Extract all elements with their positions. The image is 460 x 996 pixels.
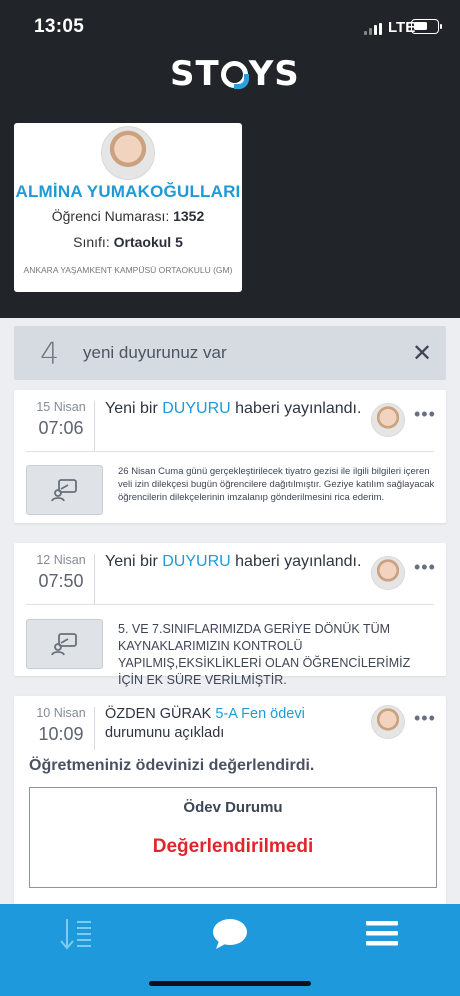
logo-ring-icon xyxy=(220,60,249,89)
signal-icon xyxy=(364,23,384,35)
homework-status-box: Ödev Durumu Değerlendirilmedi xyxy=(29,787,437,888)
announcement-body: 5. VE 7.SINIFLARIMIZDA GERİYE DÖNÜK TÜM … xyxy=(118,622,411,687)
teacher-avatar xyxy=(371,403,405,437)
homework-card: 10 Nisan 10:09 ÖZDEN GÜRAK 5-A Fen ödevi… xyxy=(14,696,446,910)
more-options-icon[interactable]: ••• xyxy=(414,708,436,729)
status-value: Değerlendirilmedi xyxy=(152,836,314,857)
duyuru-link[interactable]: DUYURU xyxy=(162,553,230,570)
presentation-icon xyxy=(50,633,77,656)
notification-date: 15 Nisan 07:06 xyxy=(36,400,86,438)
student-class: Sınıfı: Ortaokul 5 xyxy=(73,234,183,250)
announcement-detail-button[interactable] xyxy=(26,619,103,669)
presentation-icon xyxy=(50,479,77,502)
date-divider xyxy=(94,707,95,750)
status-title: Ödev Durumu xyxy=(183,799,283,816)
teacher-avatar xyxy=(371,556,405,590)
student-number: Öğrenci Numarası: 1352 xyxy=(51,208,205,224)
announcement-body: 26 Nisan Cuma günü gerçekleştirilecek ti… xyxy=(118,466,435,503)
more-options-icon[interactable]: ••• xyxy=(414,557,436,578)
notification-headline: ÖZDEN GÜRAK 5-A Fen ödevi durumunu açıkl… xyxy=(105,706,305,741)
chat-bubble-icon[interactable] xyxy=(210,914,250,954)
announcement-count: 4 xyxy=(40,337,60,372)
teacher-avatar xyxy=(371,705,405,739)
header-area: 13:05 LTE ST YS ALMİNA YUMAKOĞULLARI Öğre… xyxy=(0,0,460,318)
more-options-icon[interactable]: ••• xyxy=(414,404,436,425)
battery-icon xyxy=(411,19,442,34)
announcement-banner[interactable]: 4 yeni duyurunuz var ✕ xyxy=(14,326,446,380)
duyuru-link[interactable]: DUYURU xyxy=(162,400,230,417)
close-icon[interactable]: ✕ xyxy=(412,339,432,368)
notification-card: 12 Nisan 07:50 Yeni bir DUYURU haberi ya… xyxy=(14,543,446,687)
announcement-detail-button[interactable] xyxy=(26,465,103,515)
status-bar: 13:05 LTE xyxy=(0,0,460,52)
card-divider xyxy=(26,604,434,605)
notification-date: 10 Nisan 10:09 xyxy=(36,706,86,744)
student-avatar xyxy=(101,126,155,180)
announcement-text: yeni duyurunuz var xyxy=(83,343,227,362)
home-indicator xyxy=(149,981,311,986)
hamburger-menu-icon[interactable] xyxy=(363,914,403,954)
homework-link[interactable]: 5-A Fen ödev xyxy=(215,706,301,722)
notification-headline: Yeni bir DUYURU haberi yayınlandı. xyxy=(105,400,362,417)
notification-card: 15 Nisan 07:06 Yeni bir DUYURU haberi ya… xyxy=(14,390,446,523)
notification-headline: Yeni bir DUYURU haberi yayınlandı. xyxy=(105,553,362,570)
date-divider xyxy=(94,554,95,604)
student-profile-card: ALMİNA YUMAKOĞULLARI Öğrenci Numarası: 1… xyxy=(14,123,242,292)
date-divider xyxy=(94,401,95,451)
notification-date: 12 Nisan 07:50 xyxy=(36,553,86,591)
sort-list-icon[interactable] xyxy=(57,914,97,954)
school-name: ANKARA YAŞAMKENT KAMPÜSÜ ORTAOKULU (GM) xyxy=(23,265,233,275)
status-time: 13:05 xyxy=(34,16,85,37)
teacher-message: Öğretmeniniz ödevinizi değerlendirdi. xyxy=(29,757,315,774)
stoys-logo: ST YS xyxy=(170,54,300,94)
student-name: ALMİNA YUMAKOĞULLARI xyxy=(15,182,241,201)
card-divider xyxy=(26,451,434,452)
